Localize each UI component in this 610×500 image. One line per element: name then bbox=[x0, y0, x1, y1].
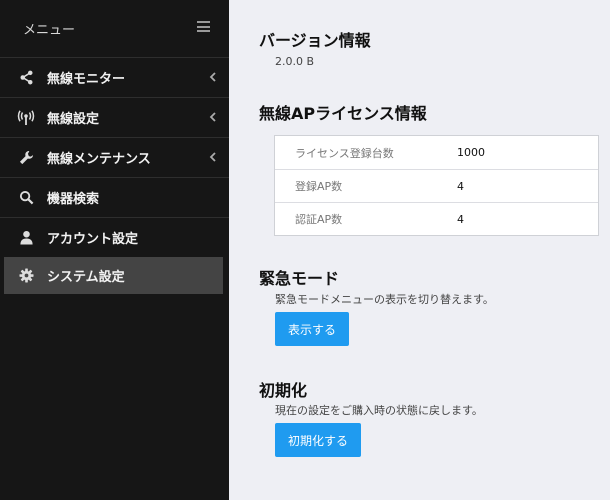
show-emergency-button[interactable]: 表示する bbox=[275, 312, 349, 346]
sidebar-title: メニュー bbox=[23, 23, 76, 38]
emergency-description: 緊急モードメニューの表示を切り替えます。 bbox=[275, 293, 494, 306]
sidebar-item-system-settings[interactable]: システム設定 bbox=[4, 257, 223, 294]
search-icon bbox=[17, 189, 35, 207]
wrench-icon bbox=[17, 149, 35, 167]
sidebar-header: メニュー bbox=[0, 0, 229, 57]
antenna-icon bbox=[17, 109, 35, 127]
sidebar-item-wireless-maintenance[interactable]: 無線メンテナンス bbox=[0, 137, 229, 177]
sidebar-item-label: システム設定 bbox=[47, 270, 125, 285]
sidebar-item-label: 無線メンテナンス bbox=[47, 152, 151, 167]
sidebar-item-wireless-settings[interactable]: 無線設定 bbox=[0, 97, 229, 137]
sidebar-item-label: アカウント設定 bbox=[47, 232, 139, 247]
sidebar: メニュー 無線モニター 無線設定 無線メンテナンス 機器検索 アカウント設定 シ… bbox=[0, 0, 229, 500]
license-value: 1000 bbox=[457, 146, 485, 159]
license-key: 登録AP数 bbox=[295, 180, 343, 193]
license-value: 4 bbox=[457, 179, 464, 193]
gear-icon bbox=[17, 267, 35, 285]
version-value: 2.0.0 B bbox=[275, 55, 315, 68]
factory-reset-button[interactable]: 初期化する bbox=[275, 423, 361, 457]
license-heading: 無線APライセンス情報 bbox=[259, 104, 427, 123]
sidebar-item-account-settings[interactable]: アカウント設定 bbox=[0, 217, 229, 257]
sidebar-item-wireless-monitor[interactable]: 無線モニター bbox=[0, 57, 229, 97]
version-heading: バージョン情報 bbox=[259, 31, 371, 50]
license-value: 4 bbox=[457, 212, 464, 226]
chevron-left-icon bbox=[209, 112, 216, 122]
table-row: 認証AP数 4 bbox=[275, 202, 598, 235]
license-table: ライセンス登録台数 1000 登録AP数 4 認証AP数 4 bbox=[274, 135, 599, 236]
sidebar-item-label: 無線モニター bbox=[47, 72, 126, 87]
chevron-left-icon bbox=[209, 152, 216, 162]
sidebar-item-device-search[interactable]: 機器検索 bbox=[0, 177, 229, 217]
user-icon bbox=[17, 229, 35, 247]
license-key: ライセンス登録台数 bbox=[295, 146, 394, 160]
hamburger-menu-icon[interactable] bbox=[197, 21, 210, 32]
share-icon bbox=[17, 69, 35, 87]
chevron-left-icon bbox=[209, 72, 216, 82]
reset-description: 現在の設定をご購入時の状態に戻します。 bbox=[275, 404, 483, 417]
reset-heading: 初期化 bbox=[259, 381, 308, 400]
sidebar-item-label: 機器検索 bbox=[47, 192, 100, 207]
license-key: 認証AP数 bbox=[295, 213, 343, 226]
table-row: 登録AP数 4 bbox=[275, 169, 598, 202]
sidebar-item-label: 無線設定 bbox=[47, 112, 100, 127]
emergency-heading: 緊急モード bbox=[259, 269, 340, 288]
main-content: バージョン情報 2.0.0 B 無線APライセンス情報 ライセンス登録台数 10… bbox=[229, 0, 610, 500]
table-row: ライセンス登録台数 1000 bbox=[275, 136, 598, 169]
